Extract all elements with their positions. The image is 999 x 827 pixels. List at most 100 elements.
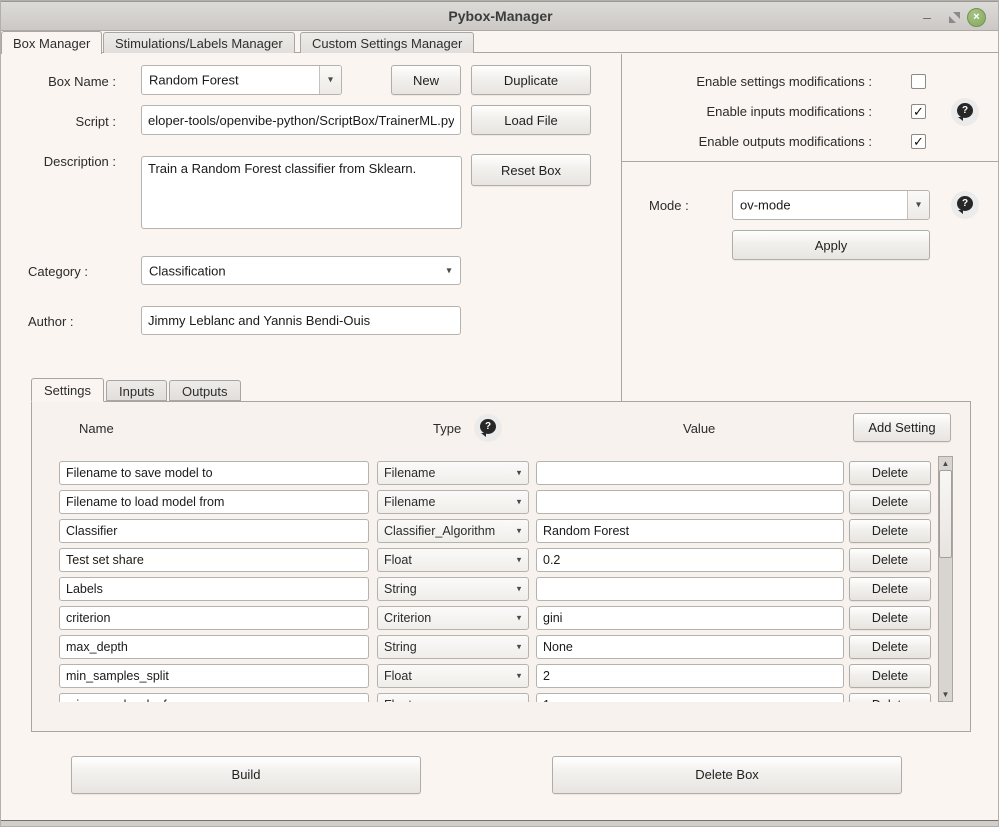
chevron-down-icon: ▾ (512, 526, 526, 537)
tab-box-manager[interactable]: Box Manager (1, 31, 102, 54)
setting-delete-button[interactable]: Delete (849, 693, 931, 702)
duplicate-button[interactable]: Duplicate (471, 65, 591, 95)
column-header-type: Type (433, 421, 461, 436)
tab-stimulations-labels-manager[interactable]: Stimulations/Labels Manager (103, 32, 295, 53)
setting-type-select[interactable]: Filename ▾ (377, 490, 529, 514)
table-row: Filename ▾ Delete (49, 461, 937, 485)
setting-type-label: String (384, 582, 417, 596)
chevron-down-icon: ▾ (512, 555, 526, 566)
setting-name-input[interactable] (59, 577, 369, 601)
apply-button[interactable]: Apply (732, 230, 930, 260)
setting-type-select[interactable]: Filename ▾ (377, 461, 529, 485)
scroll-up-icon[interactable]: ▲ (939, 457, 952, 470)
setting-type-select[interactable]: Criterion ▾ (377, 606, 529, 630)
modification-checkbox[interactable] (911, 74, 926, 89)
setting-delete-button[interactable]: Delete (849, 635, 931, 659)
setting-type-select[interactable]: Float ▾ (377, 664, 529, 688)
setting-delete-button[interactable]: Delete (849, 548, 931, 572)
setting-delete-button[interactable]: Delete (849, 577, 931, 601)
chevron-down-icon: ▾ (438, 257, 460, 284)
category-combobox[interactable]: Classification ▾ (141, 256, 461, 285)
setting-value-input[interactable] (536, 519, 844, 543)
setting-value-input[interactable] (536, 548, 844, 572)
tab-label: Stimulations/Labels Manager (115, 36, 283, 51)
setting-type-label: Filename (384, 466, 435, 480)
setting-type-label: Float (384, 553, 412, 567)
enable-settings-modifications-label: Enable settings modifications : (696, 74, 872, 89)
window-title: Pybox-Manager (1, 8, 999, 24)
chevron-down-icon: ▾ (512, 671, 526, 682)
type-help-icon[interactable]: ? (474, 414, 502, 442)
setting-name-input[interactable] (59, 490, 369, 514)
question-mark-icon: ? (957, 196, 973, 211)
table-row: Filename ▾ Delete (49, 490, 937, 514)
setting-type-label: String (384, 640, 417, 654)
setting-name-input[interactable] (59, 693, 369, 702)
setting-value-input[interactable] (536, 664, 844, 688)
setting-name-input[interactable] (59, 635, 369, 659)
setting-type-select[interactable]: String ▾ (377, 577, 529, 601)
question-mark-icon: ? (957, 103, 973, 118)
chevron-down-icon: ▾ (512, 642, 526, 653)
close-icon: × (973, 11, 979, 23)
subtab-label: Outputs (182, 384, 228, 399)
horizontal-separator (622, 161, 999, 162)
modification-checkbox[interactable]: ✓ (911, 134, 926, 149)
setting-type-label: Float (384, 698, 412, 702)
scrollbar-thumb[interactable] (939, 470, 952, 558)
setting-name-input[interactable] (59, 606, 369, 630)
description-textarea[interactable] (141, 156, 462, 229)
table-row: Float ▾ Delete (49, 693, 937, 702)
delete-box-button[interactable]: Delete Box (552, 756, 902, 794)
new-button[interactable]: New (391, 65, 461, 95)
setting-type-select[interactable]: String ▾ (377, 635, 529, 659)
mode-help-icon[interactable]: ? (951, 191, 979, 219)
scroll-down-icon[interactable]: ▼ (939, 688, 952, 701)
vertical-scrollbar[interactable]: ▲ ▼ (938, 456, 953, 702)
setting-value-input[interactable] (536, 461, 844, 485)
tab-custom-settings-manager[interactable]: Custom Settings Manager (300, 32, 474, 53)
setting-delete-button[interactable]: Delete (849, 519, 931, 543)
tab-settings[interactable]: Settings (31, 378, 104, 402)
box-name-label: Box Name : (1, 74, 116, 89)
vertical-separator (621, 54, 622, 401)
chevron-down-icon: ▾ (512, 613, 526, 624)
setting-name-input[interactable] (59, 461, 369, 485)
restore-button restore-icon[interactable] (949, 12, 960, 23)
setting-delete-button[interactable]: Delete (849, 490, 931, 514)
setting-delete-button[interactable]: Delete (849, 606, 931, 630)
reset-box-button[interactable]: Reset Box (471, 154, 591, 186)
setting-value-input[interactable] (536, 577, 844, 601)
chevron-down-icon: ▾ (512, 584, 526, 595)
tab-inputs[interactable]: Inputs (106, 380, 167, 401)
setting-name-input[interactable] (59, 548, 369, 572)
build-button[interactable]: Build (71, 756, 421, 794)
mode-combobox[interactable]: ov-mode ▾ (732, 190, 930, 220)
setting-name-input[interactable] (59, 664, 369, 688)
setting-value-input[interactable] (536, 606, 844, 630)
load-file-button[interactable]: Load File (471, 105, 591, 135)
setting-name-input[interactable] (59, 519, 369, 543)
column-header-name: Name (79, 421, 114, 436)
setting-value-input[interactable] (536, 693, 844, 702)
table-row: String ▾ Delete (49, 635, 937, 659)
tab-outputs[interactable]: Outputs (169, 380, 241, 401)
setting-delete-button[interactable]: Delete (849, 461, 931, 485)
setting-delete-button[interactable]: Delete (849, 664, 931, 688)
modifications-help-icon[interactable]: ? (951, 98, 979, 126)
add-setting-button[interactable]: Add Setting (853, 413, 951, 442)
setting-type-select[interactable]: Float ▾ (377, 693, 529, 702)
modification-checkbox[interactable]: ✓ (911, 104, 926, 119)
setting-type-select[interactable]: Float ▾ (377, 548, 529, 572)
minimize-button[interactable]: – (919, 6, 935, 28)
setting-value-input[interactable] (536, 490, 844, 514)
close-button[interactable]: × (967, 8, 986, 27)
script-input[interactable] (141, 105, 461, 135)
table-row: Classifier_Algorithm ▾ Delete (49, 519, 937, 543)
author-input[interactable] (141, 306, 461, 335)
setting-type-select[interactable]: Classifier_Algorithm ▾ (377, 519, 529, 543)
box-name-combobox[interactable]: Random Forest ▾ (141, 65, 342, 95)
subtab-label: Settings (44, 383, 91, 398)
setting-value-input[interactable] (536, 635, 844, 659)
category-label: Category : (28, 264, 88, 279)
